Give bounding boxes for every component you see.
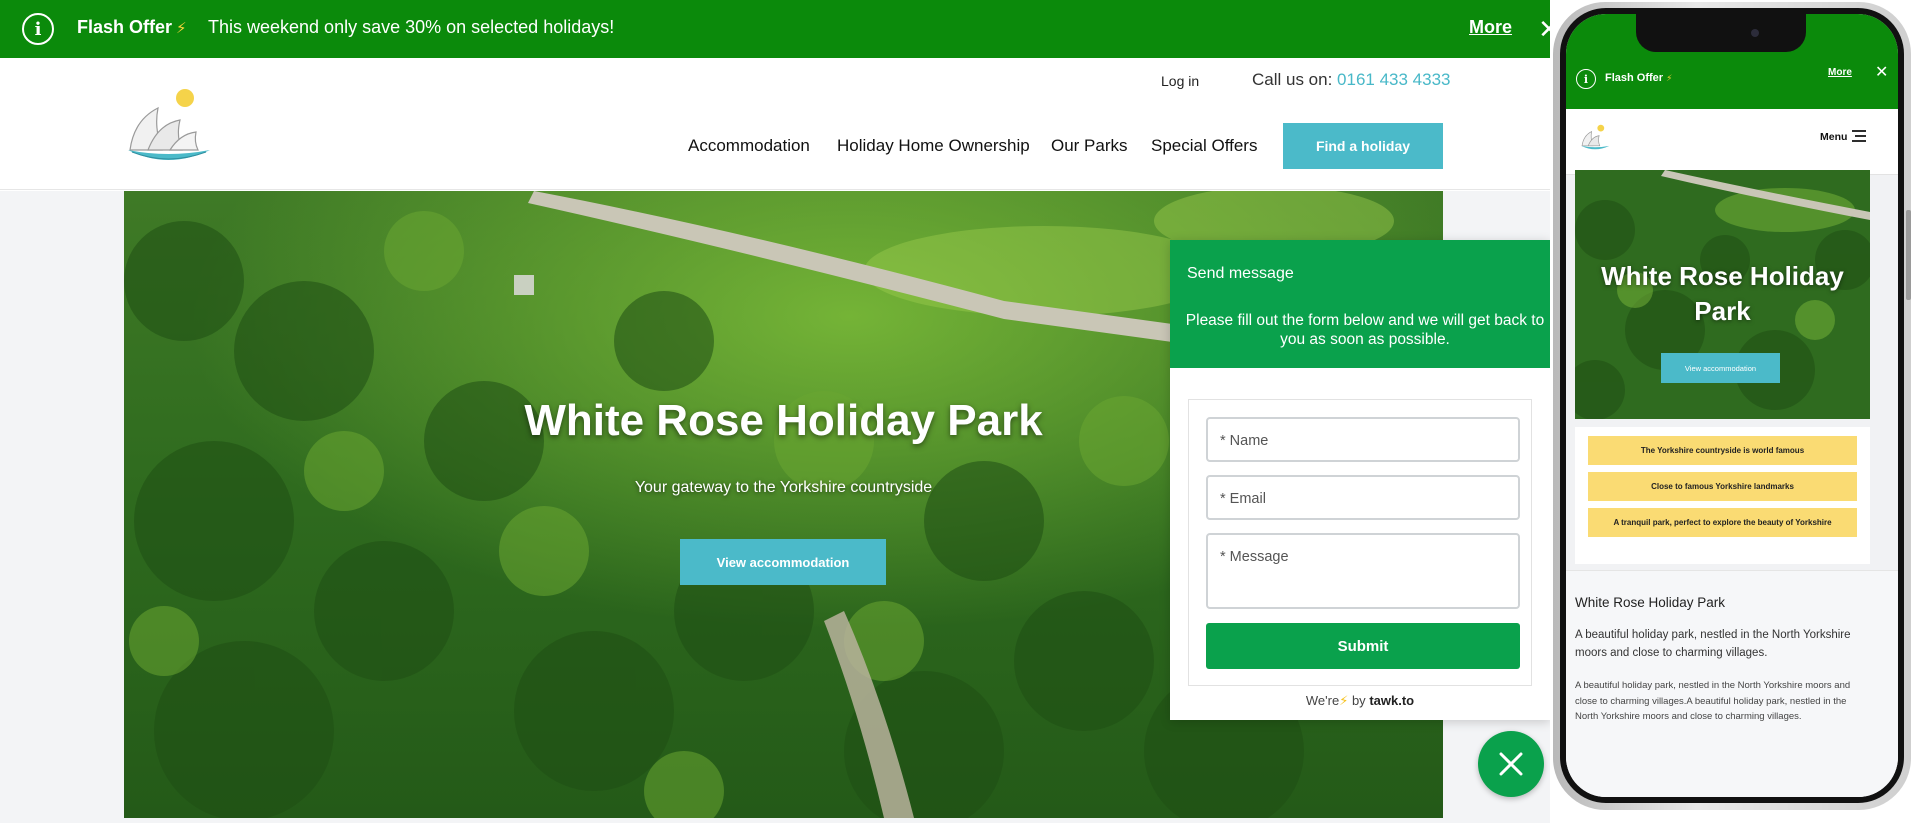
submit-button[interactable]: Submit <box>1206 623 1520 669</box>
phone-number-link[interactable]: 0161 433 4333 <box>1337 70 1450 89</box>
info-icon: i <box>22 13 54 45</box>
info-icon: i <box>1576 69 1596 89</box>
chat-description: Please fill out the form below and we wi… <box>1185 312 1545 348</box>
lightning-icon: ⚡ <box>1339 693 1349 708</box>
mobile-hero-title: White Rose Holiday Park <box>1601 261 1844 326</box>
lightning-icon: ⚡ <box>1666 73 1673 83</box>
mobile-paragraph: A beautiful holiday park, nestled in the… <box>1575 680 1851 722</box>
lightning-icon: ⚡ <box>176 20 187 37</box>
close-icon <box>1499 752 1523 776</box>
mobile-paragraph: A beautiful holiday park, nestled in the… <box>1575 629 1851 659</box>
phone-notch <box>1636 14 1806 52</box>
nav-special-offers[interactable]: Special Offers <box>1151 136 1257 156</box>
call-us: Call us on: 0161 433 4333 <box>1252 70 1451 89</box>
close-chat-button[interactable] <box>1478 731 1544 797</box>
chat-widget: Send message Please fill out the form be… <box>1170 240 1550 720</box>
phone-side-button <box>1906 210 1911 300</box>
find-a-holiday-button[interactable]: Find a holiday <box>1283 123 1443 169</box>
flash-offer-more-link[interactable]: More <box>1469 17 1512 38</box>
login-link[interactable]: Log in <box>1161 73 1199 89</box>
nav-holiday-home-ownership[interactable]: Holiday Home Ownership <box>837 136 1030 156</box>
hamburger-icon[interactable] <box>1851 130 1867 142</box>
mobile-flash-offer-title: Flash Offer ⚡ <box>1605 72 1673 84</box>
flash-offer-bar: i Flash Offer ⚡ This weekend only save 30… <box>0 0 1532 58</box>
mobile-intro-section: White Rose Holiday Park A beautiful holi… <box>1566 570 1898 797</box>
nav-our-parks[interactable]: Our Parks <box>1051 136 1128 156</box>
mobile-hero-banner: White Rose Holiday Park View accommodati… <box>1575 170 1870 419</box>
mobile-menu-button[interactable]: Menu <box>1820 131 1847 143</box>
chat-title: Send message <box>1187 265 1294 282</box>
flash-offer-title: Flash Offer ⚡ <box>77 17 187 37</box>
mobile-header: Menu <box>1566 109 1898 175</box>
tawk-brand: tawk.to <box>1369 693 1415 708</box>
mobile-features: The Yorkshire countryside is world famou… <box>1575 427 1870 564</box>
phone-screen: i Flash Offer ⚡ More ✕ Menu White Rose Ho… <box>1566 14 1898 797</box>
opera-house-logo <box>128 89 210 160</box>
mobile-view-accommodation-button[interactable]: View accommodation <box>1661 353 1780 383</box>
mobile-flash-more-link[interactable]: More <box>1828 67 1852 78</box>
close-icon[interactable]: ✕ <box>1875 62 1888 82</box>
nav-accommodation[interactable]: Accommodation <box>688 136 810 156</box>
view-accommodation-button[interactable]: View accommodation <box>680 539 886 585</box>
chat-footer[interactable]: We're⚡ by tawk.to <box>1170 693 1550 709</box>
phone-camera <box>1751 29 1759 37</box>
site-header: Log in Call us on: 0161 433 4333 Accommo… <box>0 58 1566 190</box>
message-input[interactable]: * Message <box>1206 533 1520 609</box>
feature-item: The Yorkshire countryside is world famou… <box>1588 436 1857 465</box>
email-input[interactable]: * Email <box>1206 475 1520 520</box>
name-input[interactable]: * Name <box>1206 417 1520 462</box>
chat-form: * Name * Email * Message Submit <box>1188 399 1532 686</box>
feature-item: A tranquil park, perfect to explore the … <box>1588 508 1857 537</box>
opera-house-logo <box>1581 124 1610 150</box>
mobile-section-title: White Rose Holiday Park <box>1575 595 1726 610</box>
chat-header: Send message Please fill out the form be… <box>1170 240 1550 368</box>
flash-offer-text: This weekend only save 30% on selected h… <box>208 17 615 37</box>
feature-item: Close to famous Yorkshire landmarks <box>1588 472 1857 501</box>
